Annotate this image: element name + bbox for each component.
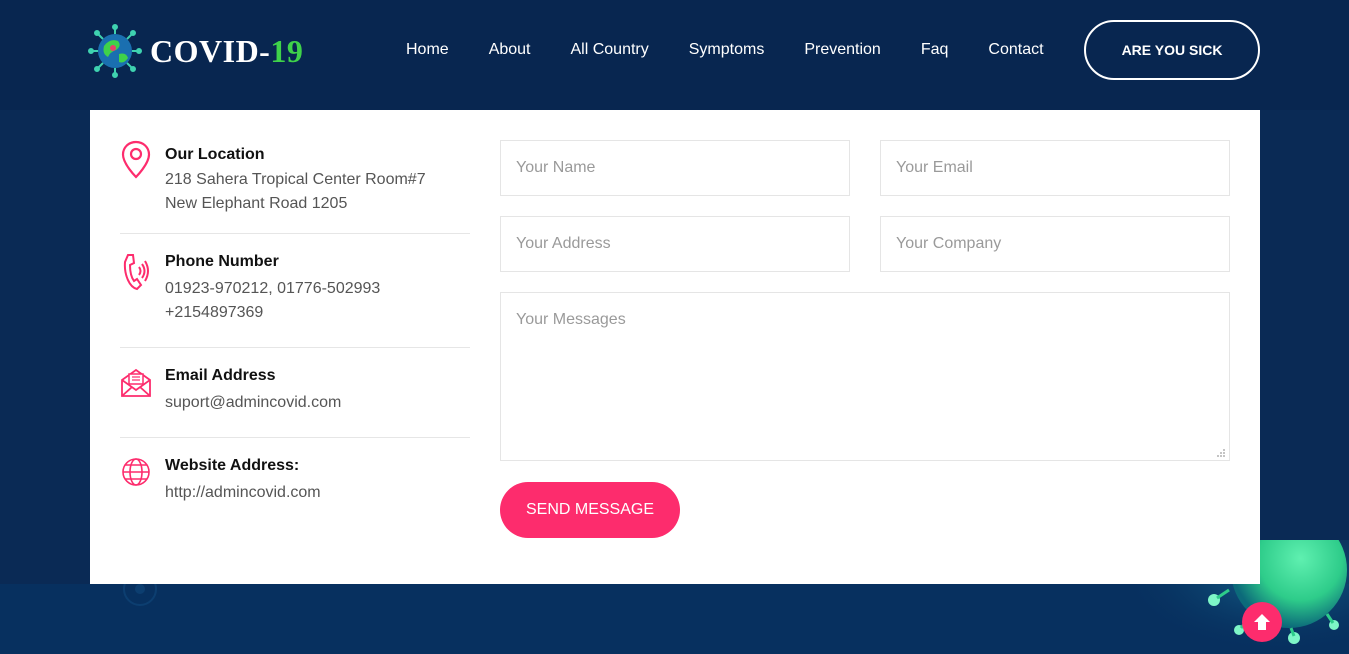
email-title: Email Address [165,367,276,384]
phone-line-2[interactable]: +2154897369 [165,301,380,325]
location-line-1: 218 Sahera Tropical Center Room#7 [165,171,426,188]
main-nav: Home About All Country Symptoms Preventi… [406,38,1044,62]
nav-faq[interactable]: Faq [921,38,949,62]
brand-name-accent: 19 [270,32,304,69]
phone-line-1[interactable]: 01923-970212, 01776-502993 [165,277,380,301]
nav-all-country[interactable]: All Country [571,38,649,62]
location-line-2: New Elephant Road 1205 [165,195,348,212]
scroll-to-top-button[interactable] [1242,602,1282,642]
name-input[interactable] [500,140,850,196]
phone-text: Phone Number 01923-970212, 01776-502993 … [165,252,380,325]
brand-logo[interactable]: COVID-19 [88,24,303,78]
message-textarea[interactable] [500,292,1230,461]
contact-info-phone: Phone Number 01923-970212, 01776-502993 … [120,234,470,348]
company-input[interactable] [880,216,1230,272]
email-line-1[interactable]: suport@admincovid.com [165,391,341,415]
contact-info-email: Email Address suport@admincovid.com [120,348,470,438]
globe-icon [122,458,150,486]
site-header: COVID-19 Home About All Country Symptoms… [0,0,1349,110]
nav-about[interactable]: About [489,38,531,62]
contact-info-website: Website Address: http://admincovid.com [120,438,470,528]
contact-info-list: Our Location 218 Sahera Tropical Center … [120,140,470,528]
website-line-1[interactable]: http://admincovid.com [165,481,321,505]
phone-icon [123,254,149,291]
resize-grip-icon[interactable] [1216,448,1226,458]
nav-symptoms[interactable]: Symptoms [689,38,765,62]
address-input[interactable] [500,216,850,272]
website-title: Website Address: [165,457,300,474]
email-input[interactable] [880,140,1230,196]
contact-info-location: Our Location 218 Sahera Tropical Center … [120,140,470,234]
virus-globe-icon [88,24,142,78]
envelope-icon [121,368,151,397]
virus-decoration-icon [123,584,157,606]
location-title: Our Location [165,146,265,163]
nav-contact[interactable]: Contact [988,38,1043,62]
brand-name: COVID-19 [150,32,304,69]
nav-prevention[interactable]: Prevention [804,38,881,62]
location-text: Our Location 218 Sahera Tropical Center … [165,140,426,216]
email-text: Email Address suport@admincovid.com [165,366,341,415]
map-pin-icon [121,140,151,179]
send-message-button[interactable]: SEND MESSAGE [500,482,680,538]
website-text: Website Address: http://admincovid.com [165,456,321,505]
contact-card: Our Location 218 Sahera Tropical Center … [90,110,1260,584]
phone-title: Phone Number [165,253,279,270]
arrow-up-icon [1254,614,1270,630]
are-you-sick-button[interactable]: ARE YOU SICK [1084,20,1260,80]
nav-home[interactable]: Home [406,38,449,62]
